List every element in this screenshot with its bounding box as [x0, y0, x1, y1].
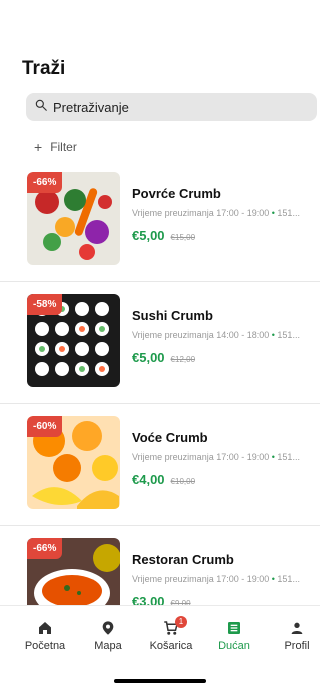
bottom-tab-bar: Početna Mapa 1 Košarica Dućan Profil — [0, 605, 320, 685]
map-pin-icon — [78, 618, 138, 638]
item-meta: Vrijeme preuzimanja 17:00 - 19:00 • 151.… — [132, 452, 318, 462]
list-item[interactable]: -58% Sushi Crumb Vrijeme preuzimanja 14:… — [0, 282, 320, 404]
old-price: €15,00 — [170, 233, 196, 242]
tab-store[interactable]: Dućan — [204, 618, 264, 652]
tab-cart[interactable]: 1 Košarica — [141, 616, 201, 652]
distance: 151... — [277, 208, 300, 218]
tab-home[interactable]: Početna — [15, 618, 75, 652]
tab-label: Dućan — [218, 640, 250, 652]
search-icon — [34, 98, 48, 117]
discount-badge: -66% — [27, 538, 63, 559]
screen: Traži Pretraživanje + Filter -66% Povrće… — [0, 0, 320, 685]
tab-label: Mapa — [94, 640, 122, 652]
discount-badge: -60% — [27, 416, 63, 437]
pickup-time: Vrijeme preuzimanja 14:00 - 18:00 — [132, 330, 270, 340]
pickup-time: Vrijeme preuzimanja 17:00 - 19:00 — [132, 208, 270, 218]
tab-map[interactable]: Mapa — [78, 618, 138, 652]
item-title: Restoran Crumb — [132, 552, 234, 567]
price: €5,00 — [132, 350, 165, 365]
price-row: €5,00 €15,00 — [132, 228, 195, 243]
old-price: €10,00 — [170, 477, 196, 486]
item-title: Povrće Crumb — [132, 186, 221, 201]
item-title: Voće Crumb — [132, 430, 208, 445]
price-row: €5,00 €12,00 — [132, 350, 195, 365]
item-meta: Vrijeme preuzimanja 14:00 - 18:00 • 151.… — [132, 330, 318, 340]
distance: 151... — [277, 452, 300, 462]
pickup-time: Vrijeme preuzimanja 17:00 - 19:00 — [132, 574, 270, 584]
item-meta: Vrijeme preuzimanja 17:00 - 19:00 • 151.… — [132, 208, 318, 218]
plus-icon: + — [34, 139, 43, 155]
distance: 151... — [277, 574, 300, 584]
cart-icon: 1 — [141, 616, 201, 638]
discount-badge: -66% — [27, 172, 63, 193]
filter-button[interactable]: + Filter — [34, 139, 77, 155]
item-title: Sushi Crumb — [132, 308, 213, 323]
discount-badge: -58% — [27, 294, 63, 315]
tab-label: Košarica — [149, 640, 193, 652]
product-image: -58% — [27, 294, 120, 387]
list-item[interactable]: -60% Voće Crumb Vrijeme preuzimanja 17:0… — [0, 404, 320, 526]
old-price: €12,00 — [170, 355, 196, 364]
product-image: -66% — [27, 172, 120, 265]
tab-profile[interactable]: Profil — [267, 618, 320, 652]
filter-label: Filter — [50, 140, 77, 154]
tab-label: Početna — [24, 640, 66, 652]
page-title: Traži — [22, 58, 66, 79]
cart-badge: 1 — [175, 616, 187, 628]
profile-icon — [267, 618, 320, 638]
price: €4,00 — [132, 472, 165, 487]
list-item[interactable]: -66% Povrće Crumb Vrijeme preuzimanja 17… — [0, 160, 320, 282]
tab-label: Profil — [284, 640, 310, 652]
item-meta: Vrijeme preuzimanja 17:00 - 19:00 • 151.… — [132, 574, 318, 584]
product-image: -60% — [27, 416, 120, 509]
store-list-icon — [204, 618, 264, 638]
home-indicator — [114, 679, 206, 683]
home-icon — [15, 618, 75, 638]
price: €5,00 — [132, 228, 165, 243]
search-placeholder: Pretraživanje — [53, 99, 129, 115]
distance: 151... — [277, 330, 300, 340]
pickup-time: Vrijeme preuzimanja 17:00 - 19:00 — [132, 452, 270, 462]
price-row: €4,00 €10,00 — [132, 472, 195, 487]
search-bar[interactable]: Pretraživanje — [26, 93, 317, 121]
